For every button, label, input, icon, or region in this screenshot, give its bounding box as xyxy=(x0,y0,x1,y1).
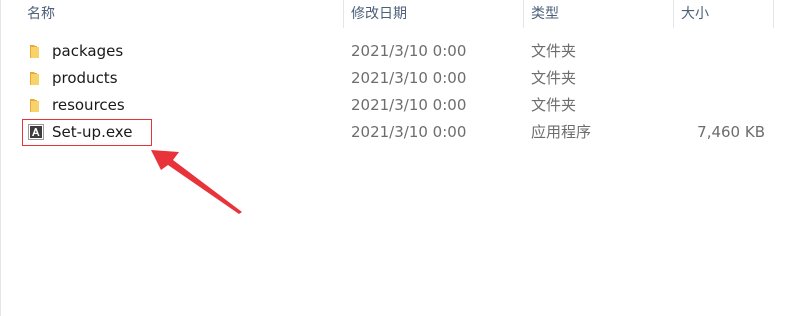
file-type: 文件夹 xyxy=(531,69,577,87)
file-name: packages xyxy=(52,42,124,60)
file-modified: 2021/3/10 0:00 xyxy=(351,96,467,114)
file-type: 应用程序 xyxy=(531,123,592,141)
file-type: 文件夹 xyxy=(531,42,577,60)
column-divider[interactable] xyxy=(673,0,674,28)
file-size: 7,460 KB xyxy=(697,123,765,141)
file-modified: 2021/3/10 0:00 xyxy=(351,42,467,60)
sort-chevron-icon: ^ xyxy=(176,0,185,7)
column-divider[interactable] xyxy=(343,0,344,28)
column-divider[interactable] xyxy=(773,0,774,28)
file-row[interactable]: packages 2021/3/10 0:00 文件夹 xyxy=(1,38,790,64)
column-divider[interactable] xyxy=(523,0,524,28)
column-header-bar: 名称 ^ 修改日期 类型 大小 xyxy=(1,0,790,30)
folder-icon xyxy=(28,42,44,60)
file-modified: 2021/3/10 0:00 xyxy=(351,123,467,141)
folder-icon xyxy=(28,96,44,114)
file-type: 文件夹 xyxy=(531,96,577,114)
column-header-modified[interactable]: 修改日期 xyxy=(345,0,521,28)
column-header-size[interactable]: 大小 xyxy=(675,0,771,28)
folder-icon xyxy=(28,69,44,87)
file-modified: 2021/3/10 0:00 xyxy=(351,69,467,87)
file-row[interactable]: resources 2021/3/10 0:00 文件夹 xyxy=(1,92,790,118)
annotation-highlight-box xyxy=(22,119,152,146)
column-header-type[interactable]: 类型 xyxy=(525,0,671,28)
file-explorer-list: 名称 ^ 修改日期 类型 大小 packages 2021/3/10 0:00 … xyxy=(0,0,790,316)
file-name: products xyxy=(52,69,118,87)
file-name: resources xyxy=(52,96,125,114)
file-row[interactable]: products 2021/3/10 0:00 文件夹 xyxy=(1,65,790,91)
